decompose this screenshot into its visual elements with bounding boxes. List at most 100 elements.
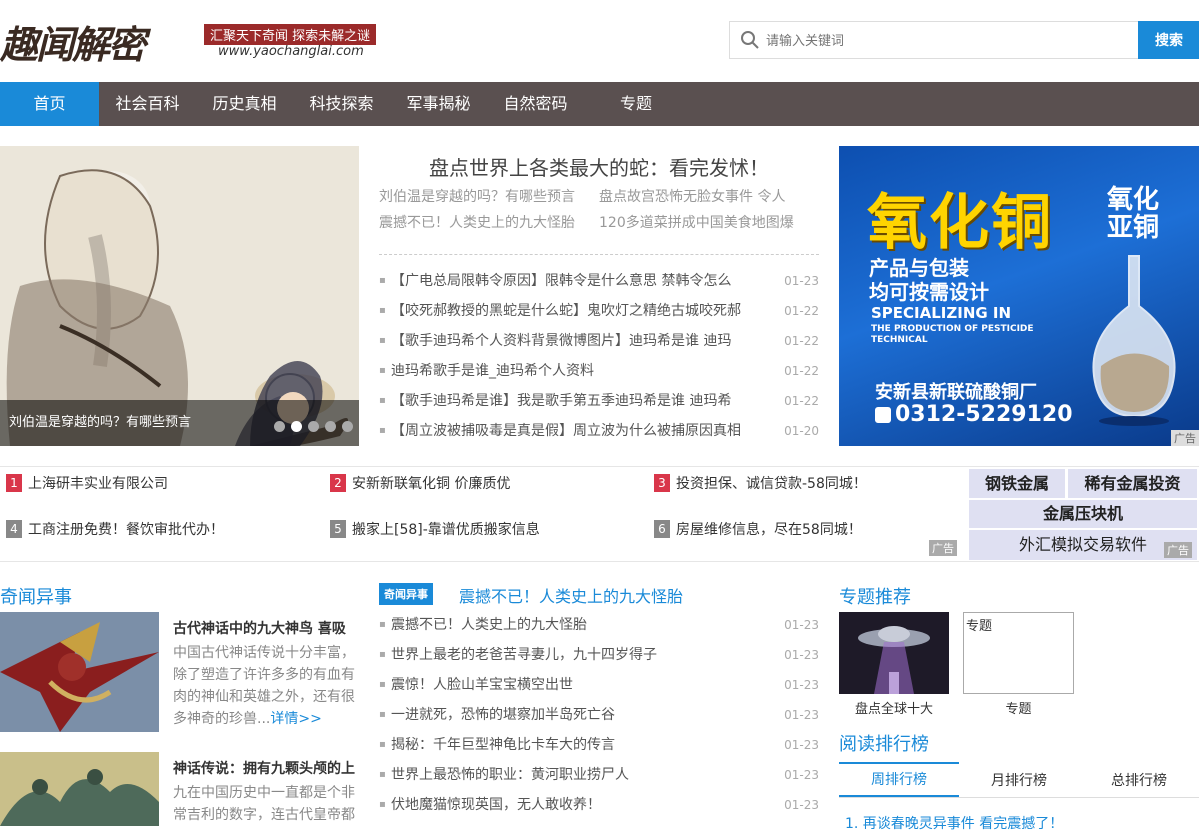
mid-headline[interactable]: 震撼不已！人类史上的九大怪胎 xyxy=(459,583,683,607)
sub-link[interactable]: 盘点故宫恐怖无脸女事件 令人 xyxy=(599,184,819,210)
more-link[interactable]: 详情>> xyxy=(270,711,321,727)
news-title[interactable]: 【歌手迪玛希个人资料背景微博图片】迪玛希是谁 迪玛 xyxy=(391,326,779,356)
news-title[interactable]: 【咬死郝教授的黑蛇是什么蛇】鬼吹灯之精绝古城咬死郝 xyxy=(391,296,779,326)
ad-tile[interactable]: 外汇模拟交易软件 xyxy=(969,530,1197,560)
sub-link[interactable]: 刘伯温是穿越的吗？有哪些预言 xyxy=(379,184,599,210)
mid-news-list: ▪ 震撼不已！人类史上的九大怪胎 01-23 ▪ 世界上最老的老爸苦寻妻儿，九十四岁得… xyxy=(379,610,819,820)
news-item[interactable]: ▪ 一进就死，恐怖的堪察加半岛死亡谷 01-23 xyxy=(379,700,819,730)
ad-tag: 广告 xyxy=(1164,542,1192,558)
news-item[interactable]: ▪ 【咬死郝教授的黑蛇是什么蛇】鬼吹灯之精绝古城咬死郝 01-22 xyxy=(379,296,819,326)
image-slider[interactable]: 刘伯温是穿越的吗？有哪些预言 xyxy=(0,146,359,446)
news-item[interactable]: ▪ 【歌手迪玛希是谁】我是歌手第五季迪玛希是谁 迪玛希 01-22 xyxy=(379,386,819,416)
feature-image-bird xyxy=(0,612,159,732)
news-item[interactable]: ▪ 震惊！人脸山羊宝宝横空出世 01-23 xyxy=(379,670,819,700)
nav-military[interactable]: 军事揭秘 xyxy=(390,82,487,126)
section-badge[interactable]: 奇闻异事 xyxy=(379,583,433,605)
ad-link-number: 5 xyxy=(330,520,346,538)
slider-dot[interactable] xyxy=(308,421,319,432)
news-item[interactable]: ▪ 世界上最恐怖的职业：黄河职业捞尸人 01-23 xyxy=(379,760,819,790)
nav-topics[interactable]: 专题 xyxy=(584,82,688,126)
news-item[interactable]: ▪ 震撼不已！人类史上的九大怪胎 01-23 xyxy=(379,610,819,640)
search-button[interactable]: 搜索 xyxy=(1138,21,1199,59)
news-item[interactable]: ▪ 揭秘：千年巨型神龟比卡车大的传言 01-23 xyxy=(379,730,819,760)
news-item[interactable]: ▪ 世界上最老的老爸苦寻妻儿，九十四岁得子 01-23 xyxy=(379,640,819,670)
search-input[interactable] xyxy=(766,22,1136,58)
ad-link-number: 1 xyxy=(6,474,22,492)
headline-sub-links: 刘伯温是穿越的吗？有哪些预言 盘点故宫恐怖无脸女事件 令人 震撼不已！人类史上的… xyxy=(379,184,819,236)
topic-caption[interactable]: 盘点全球十大 xyxy=(839,698,949,717)
nav-nature[interactable]: 自然密码 xyxy=(487,82,584,126)
ad-link-text[interactable]: 上海研丰实业有限公司 xyxy=(28,473,168,493)
headline-title[interactable]: 盘点世界上各类最大的蛇：看完发怵！ xyxy=(379,152,819,181)
tab-weekly[interactable]: 周排行榜 xyxy=(839,762,959,797)
news-item[interactable]: ▪ 伏地魔猫惊现英国，无人敢收养！ 01-23 xyxy=(379,790,819,820)
topic-caption[interactable]: 专题 xyxy=(963,698,1074,717)
ad-english-1: SPECIALIZING IN xyxy=(871,304,1012,322)
ad-tiles: 钢铁金属 稀有金属投资 金属压块机 外汇模拟交易软件 广告 xyxy=(967,467,1199,562)
news-title[interactable]: 世界上最老的老爸苦寻妻儿，九十四岁得子 xyxy=(391,640,779,670)
ad-link-number: 6 xyxy=(654,520,670,538)
ad-link[interactable]: 3 投资担保、诚信贷款-58同城！ xyxy=(654,473,867,493)
news-item[interactable]: ▪ 【广电总局限韩令原因】限韩令是什么意思 禁韩令怎么 01-23 xyxy=(379,266,819,296)
sub-link[interactable]: 震撼不已！人类史上的九大怪胎 xyxy=(379,210,599,236)
ad-link[interactable]: 4 工商注册免费！餐饮审批代办！ xyxy=(6,519,224,539)
ad-link-text[interactable]: 房屋维修信息，尽在58同城！ xyxy=(676,519,862,539)
logo-slogan: 汇聚天下奇闻 探索未解之谜 xyxy=(204,24,377,45)
search-box: 搜索 xyxy=(729,21,1199,59)
banner-ad[interactable]: 氧化铜 氧化 亚铜 产品与包装 均可按需设计 SPECIALIZING IN T… xyxy=(839,146,1199,446)
ad-title: 氧化铜 xyxy=(867,188,1053,258)
slider-dot[interactable] xyxy=(325,421,336,432)
news-title[interactable]: 一进就死，恐怖的堪察加半岛死亡谷 xyxy=(391,700,779,730)
news-title[interactable]: 震撼不已！人类史上的九大怪胎 xyxy=(391,610,779,640)
news-item[interactable]: ▪ 【周立波被捕吸毒是真是假】周立波为什么被捕原因真相 01-20 xyxy=(379,416,819,446)
news-date: 01-23 xyxy=(784,648,819,662)
nav-home[interactable]: 首页 xyxy=(0,82,99,126)
ad-link[interactable]: 6 房屋维修信息，尽在58同城！ xyxy=(654,519,862,539)
feature-title[interactable]: 古代神话中的九大神鸟 喜吸 xyxy=(173,618,359,638)
phone-icon xyxy=(875,407,891,423)
section-title-topics[interactable]: 专题推荐 xyxy=(839,583,911,609)
news-title[interactable]: 震惊！人脸山羊宝宝横空出世 xyxy=(391,670,779,700)
sub-link[interactable]: 120多道菜拼成中国美食地图爆 xyxy=(599,210,819,236)
news-title[interactable]: 伏地魔猫惊现英国，无人敢收养！ xyxy=(391,790,779,820)
ad-link[interactable]: 2 安新新联氧化铜 价廉质优 xyxy=(330,473,510,493)
section-title-odd-news[interactable]: 奇闻异事 xyxy=(0,583,72,609)
ad-link[interactable]: 1 上海研丰实业有限公司 xyxy=(6,473,168,493)
feature-item[interactable]: 神话传说：拥有九颗头颅的上 九在中国历史中一直都是个非常吉利的数字，连古代皇帝都 xyxy=(0,752,359,826)
news-title[interactable]: 揭秘：千年巨型神龟比卡车大的传言 xyxy=(391,730,779,760)
site-logo[interactable]: 趣闻解密 xyxy=(0,14,146,69)
ad-tile[interactable]: 稀有金属投资 xyxy=(1068,469,1197,498)
news-title[interactable]: 【周立波被捕吸毒是真是假】周立波为什么被捕原因真相 xyxy=(391,416,779,446)
nav-history[interactable]: 历史真相 xyxy=(196,82,293,126)
ad-link-text[interactable]: 搬家上[58]-靠谱优质搬家信息 xyxy=(352,519,540,539)
ad-tile[interactable]: 金属压块机 xyxy=(969,500,1197,528)
news-title[interactable]: 【广电总局限韩令原因】限韩令是什么意思 禁韩令怎么 xyxy=(391,266,779,296)
news-title[interactable]: 迪玛希歌手是谁_迪玛希个人资料 xyxy=(391,356,779,386)
news-date: 01-22 xyxy=(784,394,819,408)
feature-desc: 中国古代神话传说十分丰富，除了塑造了许许多多的有血有肉的神仙和英雄之外，还有很多… xyxy=(173,642,359,730)
slider-dot-active[interactable] xyxy=(291,421,302,432)
ad-link-text[interactable]: 投资担保、诚信贷款-58同城！ xyxy=(676,473,867,493)
ad-link-text[interactable]: 工商注册免费！餐饮审批代办！ xyxy=(28,519,224,539)
ad-tile[interactable]: 钢铁金属 xyxy=(969,469,1065,498)
news-item[interactable]: ▪ 迪玛希歌手是谁_迪玛希个人资料 01-22 xyxy=(379,356,819,386)
feature-title[interactable]: 神话传说：拥有九颗头颅的上 xyxy=(173,758,359,778)
slider-dot[interactable] xyxy=(342,421,353,432)
section-title-ranking[interactable]: 阅读排行榜 xyxy=(839,730,929,756)
slider-dot[interactable] xyxy=(274,421,285,432)
nav-science[interactable]: 科技探索 xyxy=(293,82,390,126)
topic-placeholder[interactable]: 专题 xyxy=(963,612,1074,694)
tab-all-time[interactable]: 总排行榜 xyxy=(1079,762,1199,797)
news-item[interactable]: ▪ 【歌手迪玛希个人资料背景微博图片】迪玛希是谁 迪玛 01-22 xyxy=(379,326,819,356)
ad-link[interactable]: 5 搬家上[58]-靠谱优质搬家信息 xyxy=(330,519,540,539)
feature-desc: 九在中国历史中一直都是个非常吉利的数字，连古代皇帝都 xyxy=(173,785,355,823)
header: 趣闻解密 汇聚天下奇闻 探索未解之谜 www.yaochanglai.com 搜… xyxy=(0,0,1199,82)
nav-society[interactable]: 社会百科 xyxy=(99,82,196,126)
ad-link-text[interactable]: 安新新联氧化铜 价廉质优 xyxy=(352,473,510,493)
feature-item[interactable]: 古代神话中的九大神鸟 喜吸 中国古代神话传说十分丰富，除了塑造了许许多多的有血有… xyxy=(0,612,359,742)
ranking-item[interactable]: 1. 再谈春晚灵异事件 看完震撼了！ xyxy=(845,813,1063,833)
topic-image-ufo[interactable] xyxy=(839,612,949,694)
news-title[interactable]: 世界上最恐怖的职业：黄河职业捞尸人 xyxy=(391,760,779,790)
news-title[interactable]: 【歌手迪玛希是谁】我是歌手第五季迪玛希是谁 迪玛希 xyxy=(391,386,779,416)
tab-monthly[interactable]: 月排行榜 xyxy=(959,762,1079,797)
